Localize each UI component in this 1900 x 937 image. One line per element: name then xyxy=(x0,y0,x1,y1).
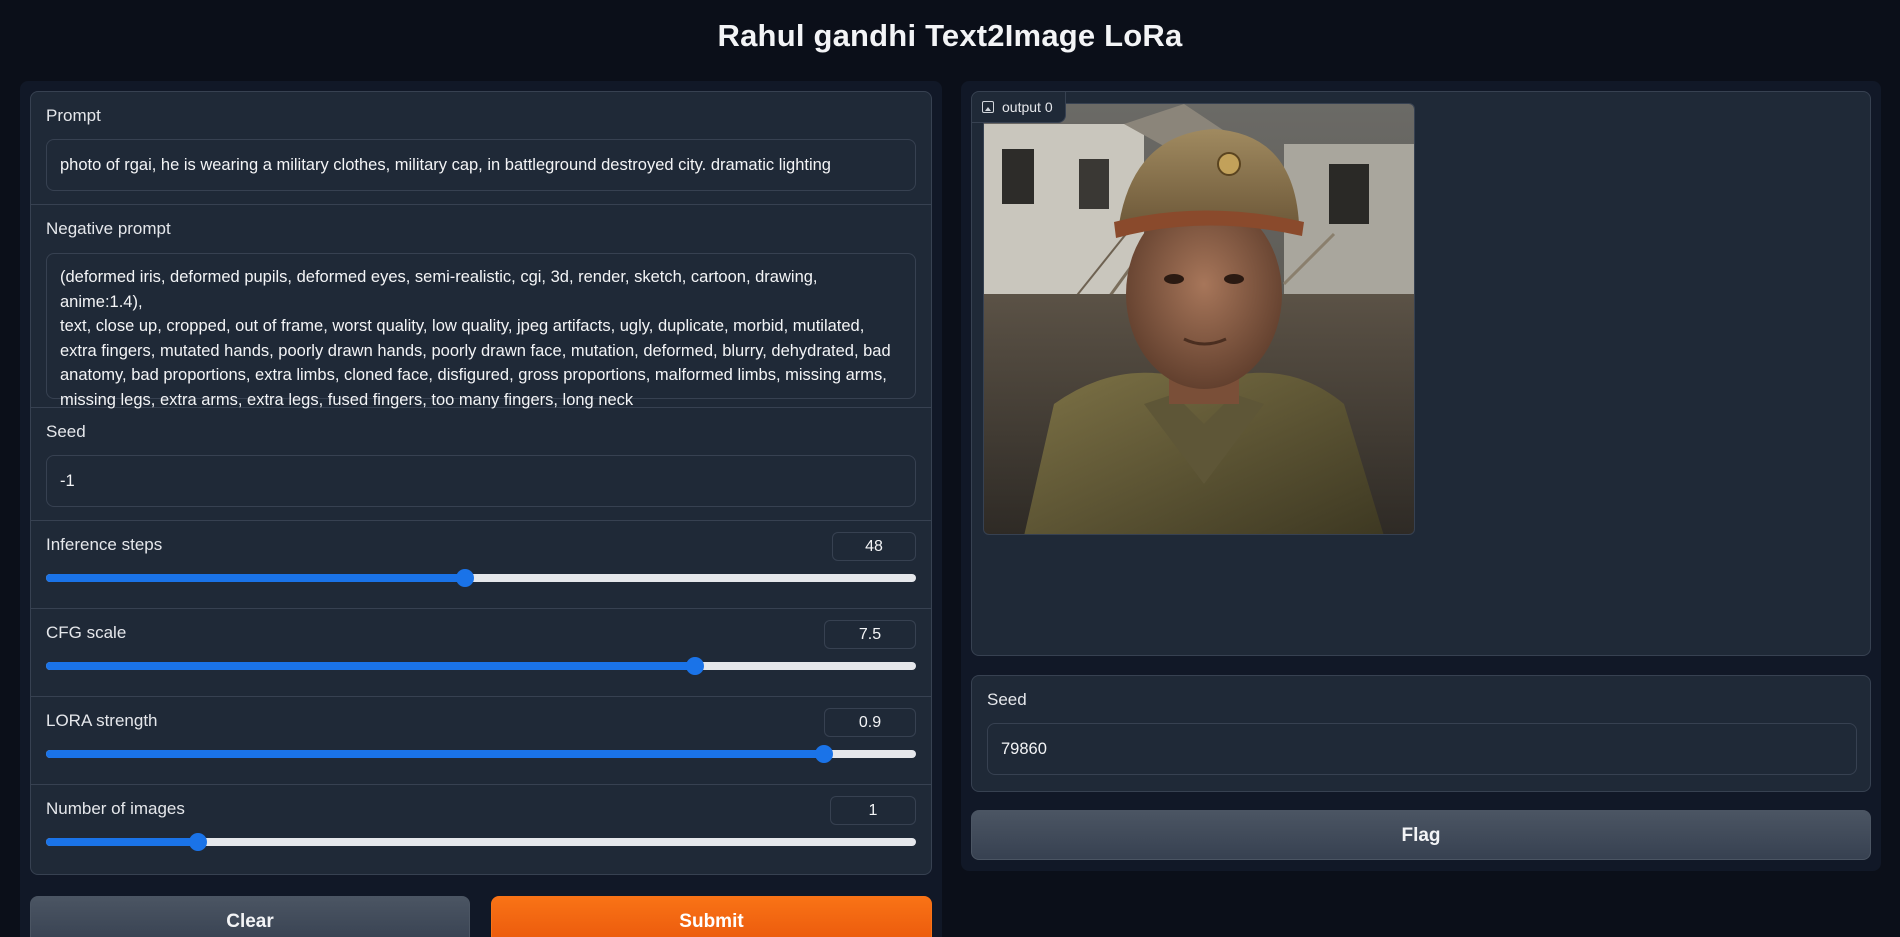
output-column: output 0 Seed 79860 Flag xyxy=(961,81,1881,871)
slider-thumb[interactable] xyxy=(686,657,705,675)
seed-block: Seed -1 xyxy=(31,408,931,521)
input-form: Prompt photo of rgai, he is wearing a mi… xyxy=(30,91,932,875)
inference-steps-block: Inference steps 48 xyxy=(31,521,931,609)
cfg-scale-label: CFG scale xyxy=(46,623,127,642)
prompt-block: Prompt photo of rgai, he is wearing a mi… xyxy=(31,92,931,205)
negative-prompt-line: extra fingers, mutated hands, poorly dra… xyxy=(60,341,891,360)
output-gallery: output 0 xyxy=(971,91,1871,656)
num-images-label: Number of images xyxy=(46,799,185,818)
inference-steps-slider[interactable] xyxy=(46,569,916,587)
output-seed-block: Seed 79860 xyxy=(971,675,1871,792)
lora-strength-block: LORA strength 0.9 xyxy=(31,697,931,785)
slider-fill xyxy=(46,750,824,758)
lora-strength-number[interactable]: 0.9 xyxy=(824,708,916,737)
cfg-scale-block: CFG scale 7.5 xyxy=(31,609,931,697)
negative-prompt-input[interactable]: (deformed iris, deformed pupils, deforme… xyxy=(46,253,916,409)
cfg-scale-slider[interactable] xyxy=(46,657,916,675)
slider-fill xyxy=(46,574,466,582)
submit-button[interactable]: Submit xyxy=(491,896,932,937)
negative-prompt-line: anatomy, bad proportions, extra limbs, c… xyxy=(60,366,887,384)
negative-prompt-line: (deformed iris, deformed pupils, deforme… xyxy=(60,268,818,311)
inference-steps-number[interactable]: 48 xyxy=(832,532,916,561)
generated-image-picture xyxy=(984,104,1414,534)
gallery-label: output 0 xyxy=(972,92,1066,123)
image-icon xyxy=(982,101,994,113)
num-images-slider[interactable] xyxy=(46,833,916,851)
input-column: Prompt photo of rgai, he is wearing a mi… xyxy=(20,81,942,937)
prompt-label: Prompt xyxy=(46,106,101,125)
slider-thumb[interactable] xyxy=(814,745,833,763)
clear-button[interactable]: Clear xyxy=(30,896,470,937)
negative-prompt-block: Negative prompt (deformed iris, deformed… xyxy=(31,205,931,409)
negative-prompt-line: text, close up, cropped, out of frame, w… xyxy=(60,317,865,335)
seed-label: Seed xyxy=(46,422,86,441)
prompt-input[interactable]: photo of rgai, he is wearing a military … xyxy=(46,139,916,191)
gallery-label-text: output 0 xyxy=(1002,98,1053,115)
seed-input[interactable]: -1 xyxy=(46,455,916,507)
slider-fill xyxy=(46,838,199,846)
slider-thumb[interactable] xyxy=(456,569,475,587)
lora-strength-label: LORA strength xyxy=(46,711,158,730)
lora-strength-slider[interactable] xyxy=(46,745,916,763)
generated-image[interactable] xyxy=(983,103,1415,535)
output-seed-label: Seed xyxy=(987,690,1027,709)
inference-steps-label: Inference steps xyxy=(46,535,163,554)
slider-fill xyxy=(46,662,696,670)
flag-button[interactable]: Flag xyxy=(971,810,1871,860)
num-images-block: Number of images 1 xyxy=(31,785,931,874)
cfg-scale-number[interactable]: 7.5 xyxy=(824,620,916,649)
page-title: Rahul gandhi Text2Image LoRa xyxy=(717,18,1183,53)
num-images-number[interactable]: 1 xyxy=(830,796,916,825)
slider-thumb[interactable] xyxy=(189,833,208,851)
output-seed-field[interactable]: 79860 xyxy=(987,723,1857,775)
negative-prompt-label: Negative prompt xyxy=(46,219,171,238)
